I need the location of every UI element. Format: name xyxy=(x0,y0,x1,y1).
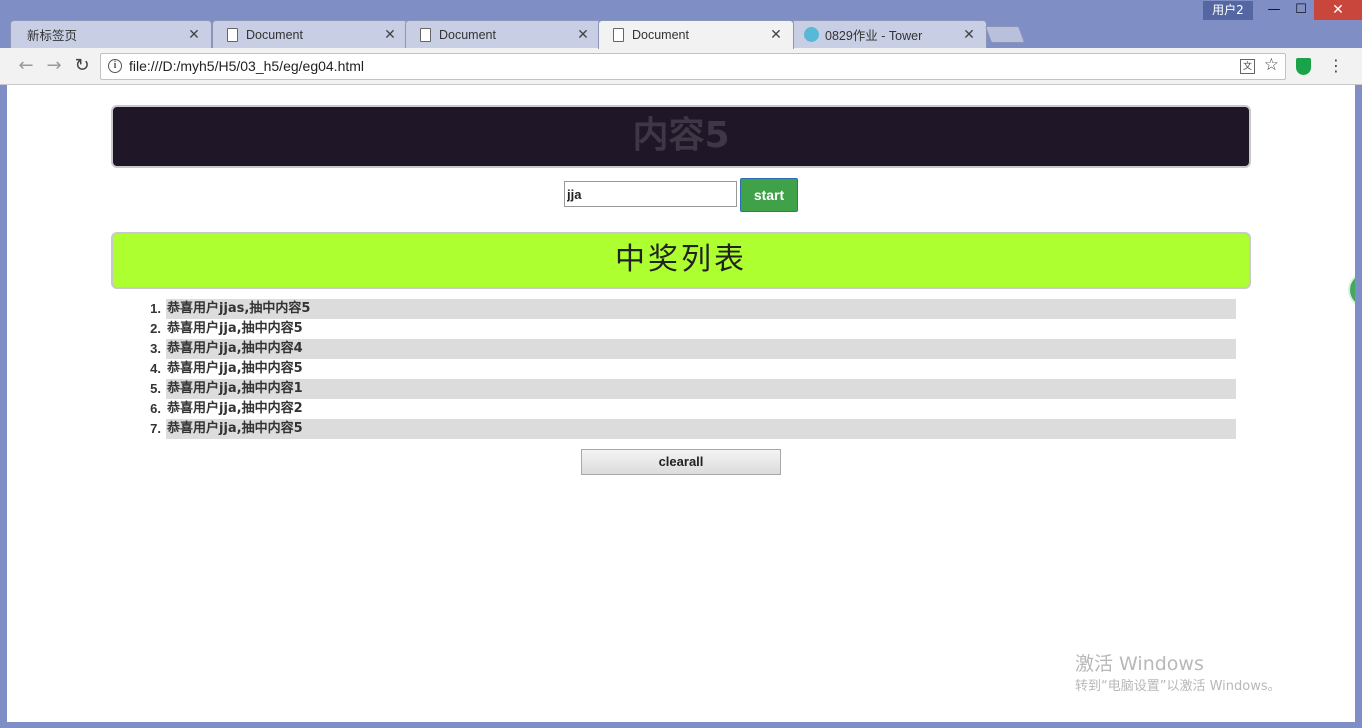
browser-window: 新标签页 ✕ Document ✕ Document ✕ Document ✕ … xyxy=(0,0,1362,728)
tower-icon xyxy=(804,27,819,42)
winner-list: 1. 恭喜用户jjas,抽中内容5 2. 恭喜用户jja,抽中内容5 3. 恭喜用户j… xyxy=(141,299,1236,439)
list-item: 1. 恭喜用户jjas,抽中内容5 xyxy=(141,299,1236,319)
close-icon[interactable]: ✕ xyxy=(962,27,976,43)
close-icon[interactable]: ✕ xyxy=(769,27,783,43)
list-number: 2. xyxy=(141,319,161,339)
list-number: 4. xyxy=(141,359,161,379)
tab-tower[interactable]: 0829作业 - Tower ✕ xyxy=(791,20,987,48)
list-text: 恭喜用户jja,抽中内容5 xyxy=(167,361,303,376)
list-number: 7. xyxy=(141,419,161,439)
list-number: 3. xyxy=(141,339,161,359)
name-input[interactable] xyxy=(564,181,737,207)
list-text: 恭喜用户jja,抽中内容4 xyxy=(167,341,303,356)
translate-icon[interactable]: 文 xyxy=(1240,59,1255,74)
activation-watermark-text: 转到“电脑设置”以激活 Windows。 xyxy=(1075,679,1281,694)
list-text: 恭喜用户jja,抽中内容1 xyxy=(167,381,303,396)
list-text: 恭喜用户jjas,抽中内容5 xyxy=(167,301,311,316)
tab-new-tab[interactable]: 新标签页 ✕ xyxy=(10,20,212,48)
maximize-button[interactable]: ☐ xyxy=(1288,0,1314,20)
tab-title: Document xyxy=(439,27,496,42)
list-number: 1. xyxy=(141,299,161,319)
bookmark-star-icon[interactable]: ☆ xyxy=(1264,55,1279,75)
list-item: 2. 恭喜用户jja,抽中内容5 xyxy=(141,319,1236,339)
page-viewport: 内容5 start 中奖列表 1. 恭喜用户jjas,抽中内容5 2. 恭喜用户jj… xyxy=(7,85,1355,722)
tab-strip: 新标签页 ✕ Document ✕ Document ✕ Document ✕ … xyxy=(0,0,1362,49)
info-icon[interactable]: i xyxy=(108,59,122,73)
new-tab-button[interactable] xyxy=(984,26,1026,43)
list-item: 3. 恭喜用户jja,抽中内容4 xyxy=(141,339,1236,359)
activation-watermark-title: 激活 Windows xyxy=(1075,653,1204,675)
tab-document-active[interactable]: Document ✕ xyxy=(598,20,794,49)
browser-menu-icon[interactable]: ⋮ xyxy=(1328,56,1344,76)
page-icon xyxy=(613,28,624,42)
tab-document-2[interactable]: Document ✕ xyxy=(405,20,601,48)
close-icon[interactable]: ✕ xyxy=(576,27,590,43)
tab-title: Document xyxy=(632,28,689,42)
reload-button[interactable]: ↻ xyxy=(70,54,94,78)
tab-document-1[interactable]: Document ✕ xyxy=(212,20,408,48)
winner-list-title: 中奖列表 xyxy=(111,232,1251,289)
close-icon[interactable]: ✕ xyxy=(187,27,201,43)
close-icon[interactable]: ✕ xyxy=(383,27,397,43)
address-bar[interactable]: i file:///D:/myh5/H5/03_h5/eg/eg04.html … xyxy=(100,53,1286,80)
tab-title: 新标签页 xyxy=(27,29,78,43)
list-text: 恭喜用户jja,抽中内容5 xyxy=(167,321,303,336)
start-button[interactable]: start xyxy=(740,178,798,212)
url-text[interactable]: file:///D:/myh5/H5/03_h5/eg/eg04.html xyxy=(129,58,364,74)
list-item: 5. 恭喜用户jja,抽中内容1 xyxy=(141,379,1236,399)
floating-side-badge[interactable]: 49 xyxy=(1348,272,1355,308)
list-text: 恭喜用户jja,抽中内容2 xyxy=(167,401,303,416)
list-item: 6. 恭喜用户jja,抽中内容2 xyxy=(141,399,1236,419)
shield-extension-icon[interactable] xyxy=(1296,58,1311,75)
browser-toolbar: ← → ↻ i file:///D:/myh5/H5/03_h5/eg/eg04… xyxy=(0,48,1362,85)
list-text: 恭喜用户jja,抽中内容5 xyxy=(167,421,303,436)
close-window-button[interactable]: ✕ xyxy=(1314,0,1362,20)
minimize-button[interactable]: — xyxy=(1260,0,1288,20)
tab-title: Document xyxy=(246,27,303,42)
clear-all-button[interactable]: clearall xyxy=(581,449,781,475)
list-number: 5. xyxy=(141,379,161,399)
list-item: 4. 恭喜用户jja,抽中内容5 xyxy=(141,359,1236,379)
back-button[interactable]: ← xyxy=(14,54,38,78)
forward-button[interactable]: → xyxy=(42,54,66,78)
tab-title: 0829作业 - Tower xyxy=(825,29,923,43)
page-icon xyxy=(420,27,431,42)
user-profile-badge[interactable]: 用户2 xyxy=(1203,1,1253,20)
page-icon xyxy=(227,27,238,42)
list-item: 7. 恭喜用户jja,抽中内容5 xyxy=(141,419,1236,439)
list-number: 6. xyxy=(141,399,161,419)
prize-display: 内容5 xyxy=(111,105,1251,168)
